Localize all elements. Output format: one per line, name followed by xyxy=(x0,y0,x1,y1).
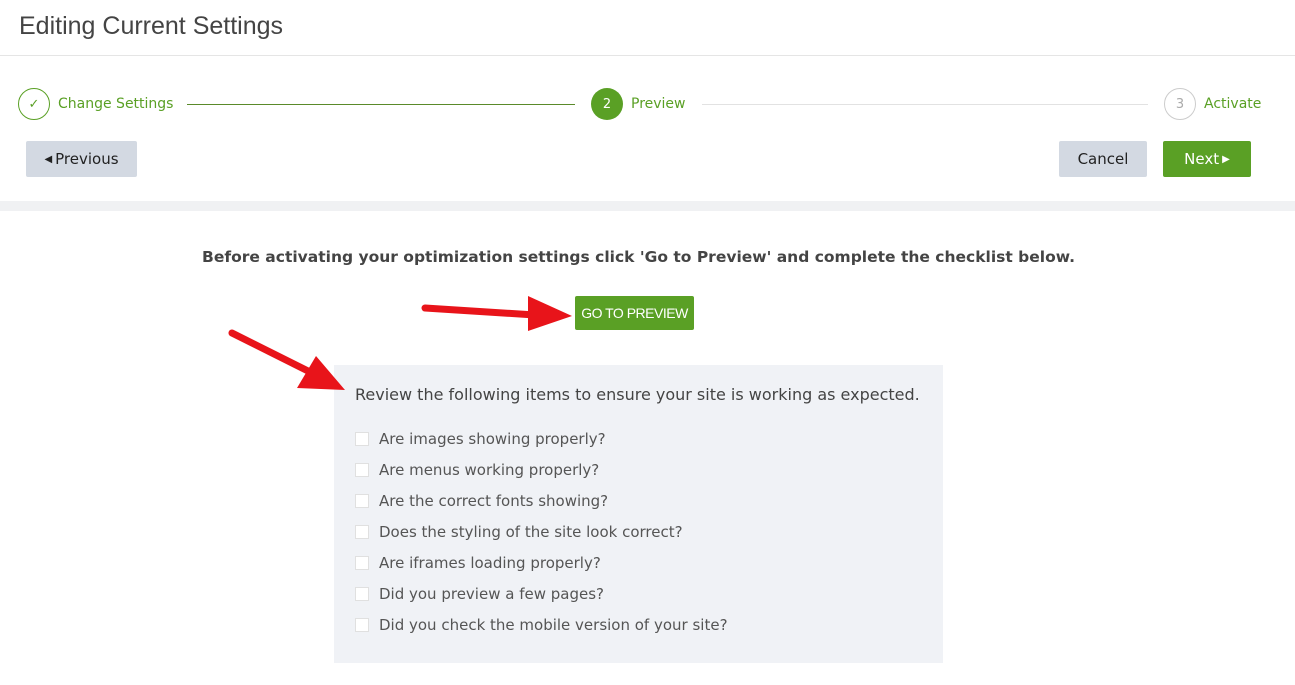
arrow-icon xyxy=(421,296,572,331)
arrow-icon xyxy=(228,329,345,390)
annotation-arrows xyxy=(228,296,572,390)
